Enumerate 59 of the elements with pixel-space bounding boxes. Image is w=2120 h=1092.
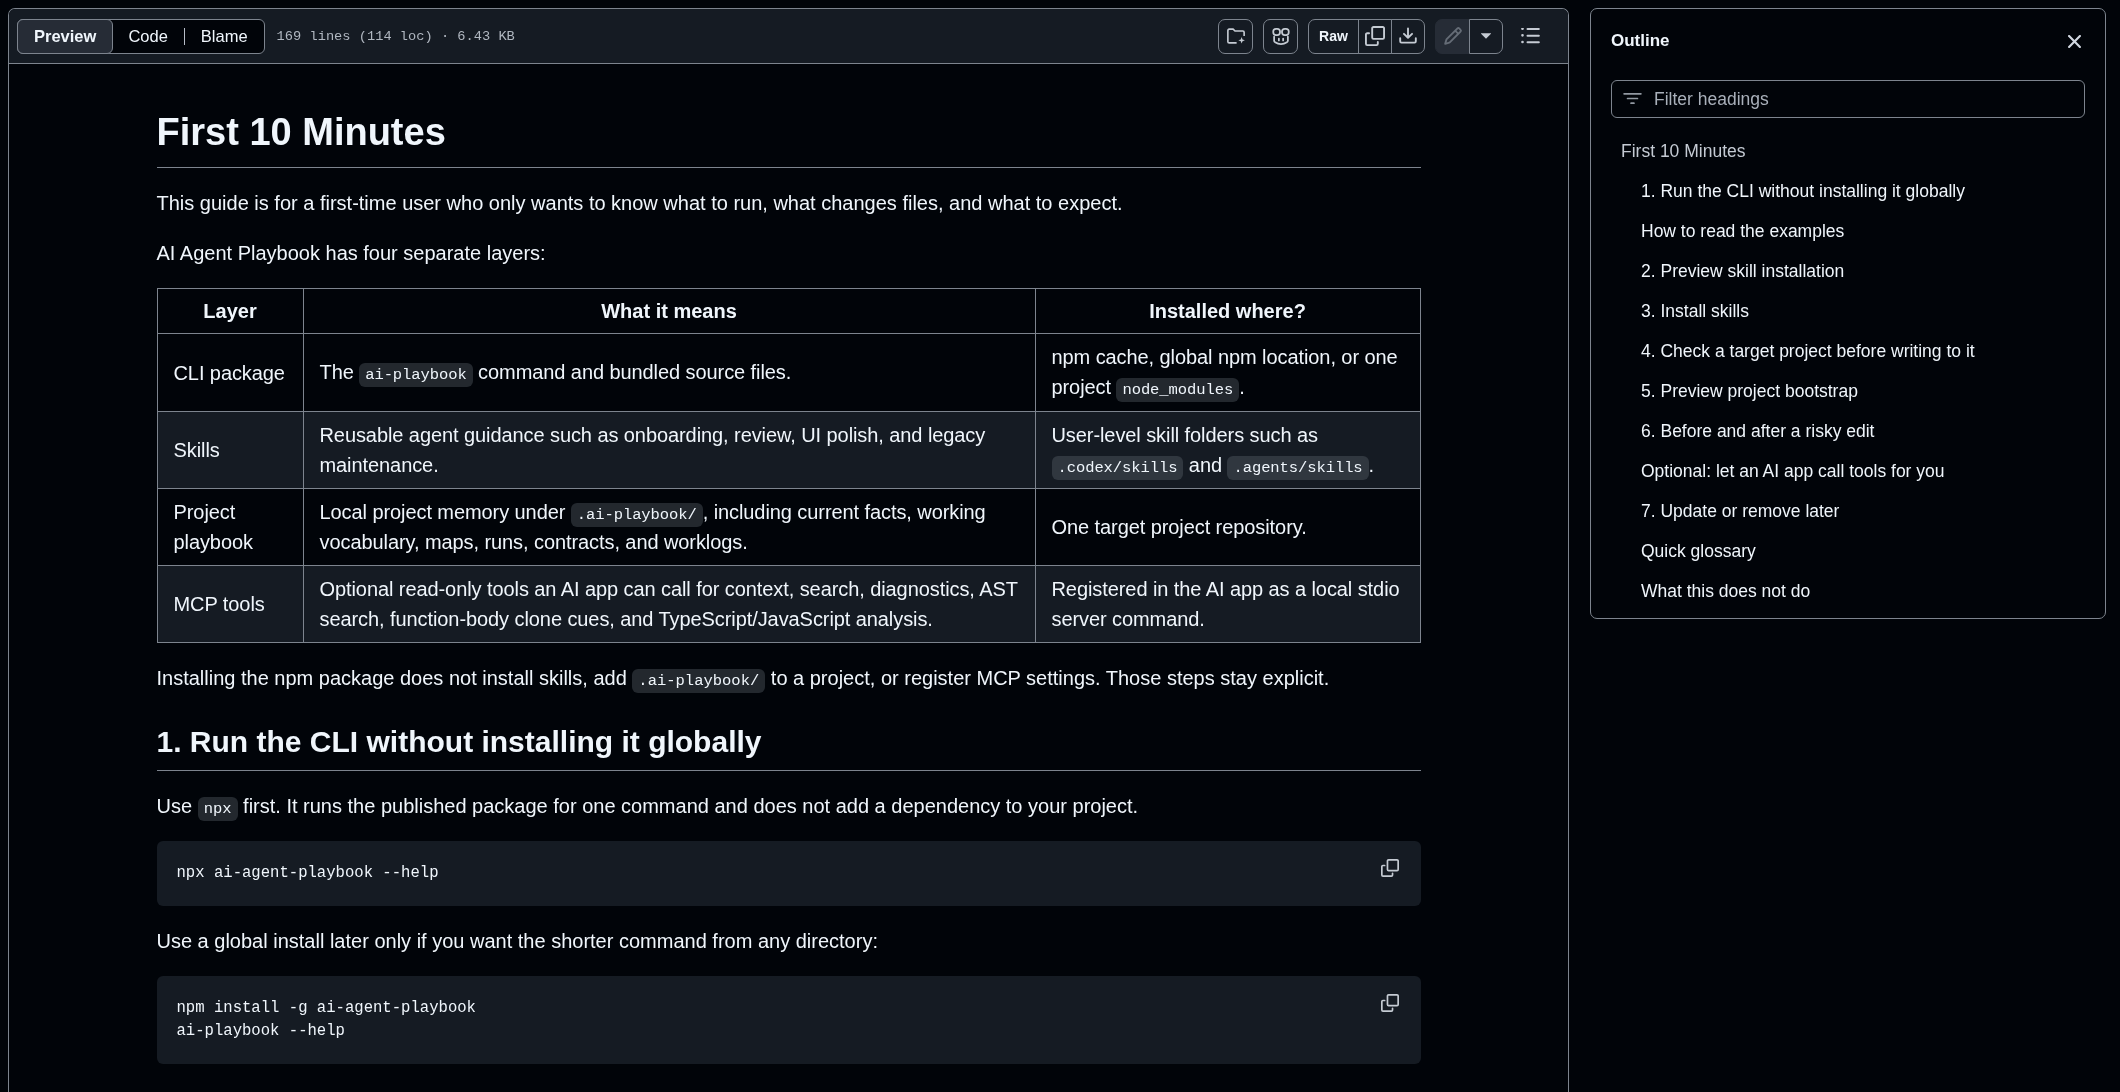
outline-item[interactable]: 6. Before and after a risky edit [1631,411,2085,451]
outline-item[interactable]: Optional: let an AI app call tools for you [1631,451,2085,491]
outline-item[interactable]: 4. Check a target project before writing to it [1631,331,2085,371]
dropdown-button[interactable] [1469,18,1503,54]
copy-icon[interactable] [1380,859,1399,878]
paragraph: Use a global install later only if you want the shorter command from any directory: [156,929,879,955]
table-cell: MCP tools [157,565,303,643]
outline-item[interactable]: 1. Run the CLI without installing it globally [1631,171,2085,211]
outline-item[interactable]: What this does not do [1631,571,2085,611]
view-tab[interactable]: Blame [183,18,265,54]
close-icon[interactable] [2068,34,2081,48]
column-header: What it means [303,288,1035,334]
paragraph: This guide is for a first-time user who only wants to know what to run, what changes files, and what to expect. [156,191,1124,217]
table-cell: Optional read-only tools an AI app can call for context, search, diagnostics, AST search, function-body clone cues, and TypeScript/JavaScript analysis. [303,565,1035,643]
view-tab[interactable]: Code [111,18,185,54]
copy-button[interactable] [1358,18,1392,54]
robot-face-icon [1270,26,1291,46]
code-text: npx ai-agent-playbook --help [176,863,439,885]
filter-icon [1623,93,1642,104]
table-cell: User-level skill folders such as .codex/skills and .agents/skills . [1035,411,1420,489]
outline-item[interactable]: 5. Preview project bootstrap [1631,371,2085,411]
paragraph: AI Agent Playbook has four separate layers: [156,241,547,267]
outline-item[interactable]: Quick glossary [1631,531,2085,571]
paragraph: Use npx first. It runs the published package for one command and does not add a dependency to your project. [156,790,1421,822]
column-header: Layer [157,288,303,334]
table-cell: The ai-playbook command and bundled source files. [303,333,1035,412]
outline-item[interactable]: 3. Install skills [1631,291,2085,331]
download-icon [1398,26,1418,46]
table-cell: Registered in the AI app as a local stdio server command. [1035,565,1420,643]
view-tab[interactable]: Preview [17,18,114,54]
outline-item[interactable]: 2. Preview skill installation [1631,251,2085,291]
download-button[interactable] [1391,18,1425,54]
caret-icon [1481,33,1491,39]
outline-item[interactable]: First 10 Minutes [1611,131,2085,171]
section-heading: 1. Run the CLI without installing it globally [156,723,1421,771]
paragraph: Installing the npm package does not install skills, add .ai-playbook/ to a project, or register MCP settings. Those steps stay explicit. [156,663,1421,694]
folder-sparkle-icon [1225,26,1246,46]
outline-item[interactable]: 7. Update or remove later [1631,491,2085,531]
table-cell: One target project repository. [1035,488,1420,566]
table-cell: Local project memory under .ai-playbook/ , including current facts, working vocabulary, maps, runs, contracts, and worklogs. [303,488,1035,566]
file-info: 169 lines (114 loc) · 6.43 KB [276,28,515,44]
page-heading: First 10 Minutes [156,108,1421,169]
robot-button[interactable] [1263,18,1298,54]
table-cell: npm cache, global npm location, or one project node_modules . [1035,333,1420,412]
table-cell: Reusable agent guidance such as onboarding, review, UI polish, and legacy maintenance. [303,411,1035,489]
column-header: Installed where? [1035,288,1420,334]
filter-field[interactable]: Filter headings [1611,80,2085,118]
pencil-icon [1442,26,1463,46]
outline-item[interactable]: How to read the examples [1631,211,2085,251]
list-icon[interactable] [1521,28,1540,44]
copy-icon [1365,26,1385,46]
folder-button[interactable] [1218,18,1253,54]
raw-button[interactable]: Raw [1308,18,1359,54]
table-cell: CLI package [157,333,303,412]
copy-icon[interactable] [1380,994,1399,1013]
panel-title: Outline [1611,31,1670,51]
code-text: npm install -g ai-agent-playbook ai-playbook --help [176,998,476,1043]
table-cell: Skills [157,411,303,489]
table-cell: Project playbook [157,488,303,566]
